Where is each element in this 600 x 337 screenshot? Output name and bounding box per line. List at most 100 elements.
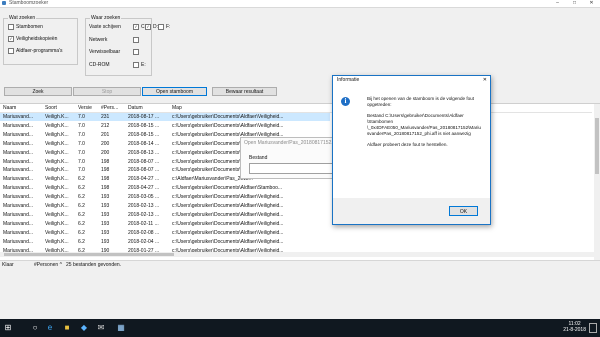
drive-c-box[interactable]: ✓ [133,24,139,30]
table-cell: 7.0 [78,140,85,147]
table-row[interactable]: Mariusvand... Veiligh.K... 7.0 231 2018-08-1… [0,113,330,121]
info-icon: i [341,97,350,106]
table-cell: Mariusvand... [3,194,34,201]
netwerk-checkbox[interactable] [133,37,139,43]
folder-icon[interactable]: ■ [62,323,72,333]
horizontal-scroll-thumb[interactable] [4,253,174,256]
table-cell: 2018-08-15 ... [128,131,160,138]
table-cell: 6.2 [78,229,85,236]
table-cell: 193 [101,238,110,245]
table-cell: Veiligh.K... [45,185,69,192]
table-cell: Mariusvand... [3,185,34,192]
column-header-datum[interactable]: Datum [128,104,143,112]
drive-e-checkbox[interactable]: E: [133,62,146,68]
drive-e-box[interactable] [133,62,139,68]
clock[interactable]: 11:02 21-8-2018 [563,321,586,333]
table-row[interactable]: Mariusvand... Veiligh.K... 6.2 193 2018-02-1… [0,202,330,210]
drive-f-checkbox[interactable]: F: [158,24,170,30]
notification-icon[interactable] [589,323,597,333]
table-cell: c:\Users\gebruiker\Documents\Aldfaer\Vei… [172,238,284,245]
table-row[interactable]: Mariusvand... Veiligh.K... 6.2 193 2018-03-0… [0,193,330,201]
table-row[interactable]: Mariusvand... Veiligh.K... 6.2 193 2018-02-1… [0,211,330,219]
table-cell: 2018-02-11 ... [128,220,159,227]
aldfaer-app-icon[interactable]: ▦ [116,323,126,333]
table-cell: 7.0 [78,149,85,156]
netwerk-box[interactable] [133,37,139,43]
veiligheidskopieen-checkbox[interactable]: ✓ Veiligheidskopieën [8,36,57,42]
table-cell: 2018-02-08 ... [128,229,160,236]
zoek-button[interactable]: Zoek [4,87,72,96]
verwisselbaar-checkbox[interactable] [133,49,139,55]
drive-e-label: E: [141,62,146,68]
stambomen-box[interactable] [8,24,14,30]
stambomen-label: Stambomen [16,24,43,30]
table-cell: c:\Users\gebruiker\Documents\Aldfaer\Vei… [172,122,284,129]
horizontal-scrollbar[interactable] [0,252,594,257]
table-cell: Veiligh.K... [45,238,69,245]
vertical-scroll-thumb[interactable] [595,118,599,174]
table-cell: 2018-02-13 ... [128,211,160,218]
maximize-icon[interactable]: □ [566,0,583,7]
table-cell: c:\Users\gebruiker\Documents\Aldfaer\Vei… [172,229,284,236]
results-list: Naam Soort Versie #Pers... Datum Map Mar… [0,103,600,261]
column-header-personen[interactable]: #Pers... [101,104,118,112]
table-cell: 198 [101,158,110,165]
open-stamboom-button[interactable]: Open stamboom [142,87,207,96]
table-cell: 2018-04-27 ... [128,176,160,183]
stop-button[interactable]: Stop [73,87,141,96]
store-icon[interactable]: ◆ [79,323,89,333]
mail-icon[interactable]: ✉ [96,323,106,333]
table-cell: 7.0 [78,167,85,174]
column-header-versie[interactable]: Versie [78,104,92,112]
table-header: Naam Soort Versie #Pers... Datum Map [0,104,592,113]
table-row[interactable]: Mariusvand... Veiligh.K... 6.2 193 2018-02-0… [0,238,330,246]
dialog-close-icon[interactable]: ✕ [483,76,487,84]
table-cell: Mariusvand... [3,114,34,120]
table-cell: Mariusvand... [3,167,34,174]
table-cell: 212 [101,122,110,129]
minimize-icon[interactable]: – [549,0,566,7]
table-cell: 198 [101,167,110,174]
table-cell: Mariusvand... [3,229,34,236]
table-cell: 2018-04-27 ... [128,185,160,192]
aldfaer-programma-box[interactable] [8,48,14,54]
table-row[interactable]: Mariusvand... Veiligh.K... 6.2 193 2018-02-0… [0,229,330,237]
vertical-scrollbar[interactable] [594,104,600,261]
aldfaer-programma-checkbox[interactable]: Aldfaer-programma's [8,48,63,54]
table-cell: 7.0 [78,122,85,129]
table-cell: Veiligh.K... [45,211,69,218]
drive-f-box[interactable] [158,24,164,30]
dialog-path-line4: svanderPas_20180817152_phi.aff is niet a… [367,131,471,136]
column-header-map[interactable]: Map [172,104,182,112]
table-cell: 7.0 [78,158,85,165]
ok-button[interactable]: OK [449,206,478,216]
bewaar-resultaat-button[interactable]: Bewaar resultaat [212,87,277,96]
table-cell: c:\Users\gebruiker\Documents\Aldfaer\Sta… [172,185,283,192]
table-cell: c:\Users\gebruiker\Documents\Aldfaer\Vei… [172,194,284,201]
close-icon[interactable]: ✕ [583,0,600,7]
table-row[interactable]: Mariusvand... Veiligh.K... 6.2 198 2018-04-2… [0,184,330,192]
app-window: Stamboomzoeker – □ ✕ Wat zoeken Stambome… [0,0,600,319]
status-text: Klaar [2,262,14,268]
stambomen-checkbox[interactable]: Stambomen [8,24,43,30]
search-icon[interactable]: ○ [30,323,40,333]
drive-d-box[interactable]: ✓ [145,24,151,30]
table-cell: 7.0 [78,131,85,138]
table-cell: 193 [101,211,110,218]
column-header-soort[interactable]: Soort [45,104,57,112]
table-row[interactable]: Mariusvand... Veiligh.K... 6.2 193 2018-02-1… [0,220,330,228]
column-header-naam[interactable]: Naam [3,104,16,112]
bestand-field[interactable] [249,163,341,174]
table-cell: 2018-08-13 ... [128,149,160,156]
start-icon[interactable]: ⊞ [3,323,13,333]
edge-icon[interactable]: e [45,323,55,333]
veiligheidskopieen-box[interactable]: ✓ [8,36,14,42]
table-cell: Mariusvand... [3,220,34,227]
drive-d-checkbox[interactable]: ✓ D: [145,24,158,30]
verwisselbaar-box[interactable] [133,49,139,55]
table-row[interactable]: Mariusvand... Veiligh.K... 7.0 212 2018-08-1… [0,122,330,130]
bestand-label: Bestand [249,155,268,161]
table-cell: Veiligh.K... [45,176,69,183]
open-progress-dialog: Open Mariusvander/Pas_20180817152... Bes… [240,137,342,179]
table-cell: 200 [101,140,110,147]
